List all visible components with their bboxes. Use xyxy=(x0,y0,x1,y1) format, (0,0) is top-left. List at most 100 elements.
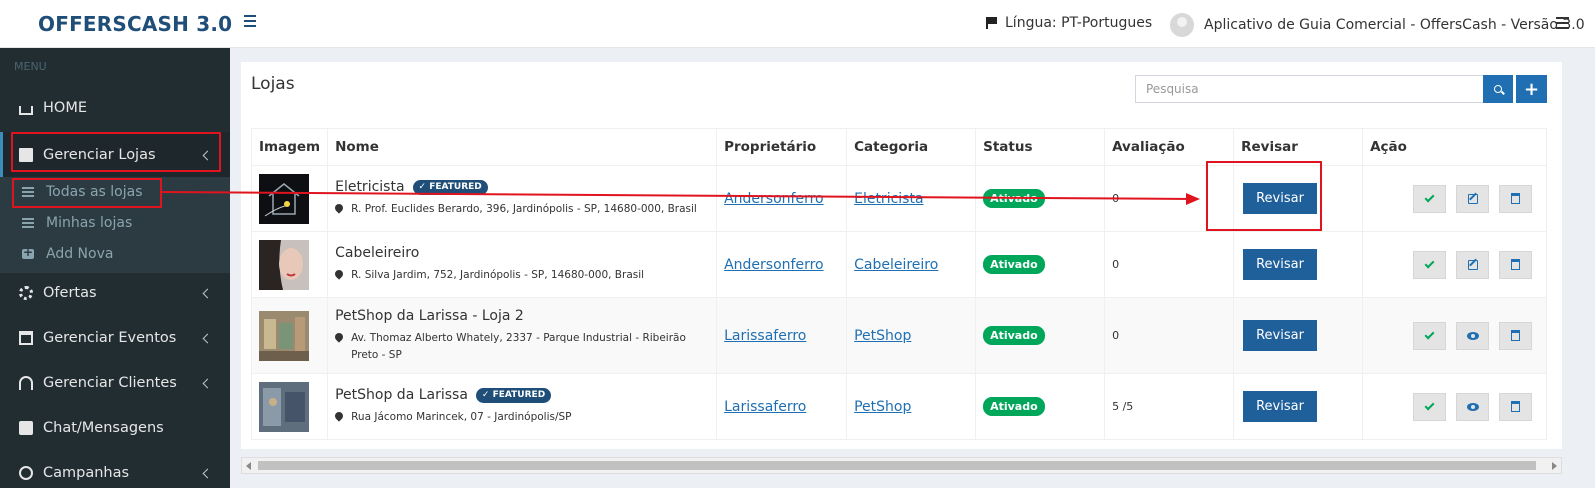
sidebar-item-label: Gerenciar Eventos xyxy=(43,330,177,346)
sliders-icon[interactable] xyxy=(1556,17,1569,29)
edit-button[interactable] xyxy=(1456,184,1489,213)
map-pin-icon xyxy=(335,204,343,214)
table-row: PetShop da Larissa ✓ FEATURED Rua Jácomo… xyxy=(250,373,1547,440)
scroll-right-arrow-icon[interactable] xyxy=(1552,462,1557,470)
approve-button[interactable] xyxy=(1413,250,1446,279)
app-title: Aplicativo de Guia Comercial - OffersCas… xyxy=(1204,17,1585,33)
sidebar-item-gerenciar-eventos[interactable]: Gerenciar Eventos xyxy=(0,318,230,358)
action-cell xyxy=(1362,231,1547,298)
target-icon xyxy=(19,466,33,480)
user-menu[interactable]: Aplicativo de Guia Comercial - OffersCas… xyxy=(1170,13,1585,37)
search-button[interactable] xyxy=(1483,75,1513,103)
store-address: R. Prof. Euclides Berardo, 396, Jardinóp… xyxy=(351,203,697,215)
search-input[interactable] xyxy=(1135,75,1484,103)
avatar xyxy=(1170,13,1194,37)
sidebar-item-campanhas[interactable]: Campanhas xyxy=(0,453,230,488)
review-button[interactable]: Revisar xyxy=(1243,391,1317,422)
horizontal-scrollbar[interactable] xyxy=(241,457,1562,474)
image-cell xyxy=(250,373,329,440)
chevron-left-icon xyxy=(202,468,213,478)
review-button[interactable]: Revisar xyxy=(1243,183,1317,214)
flag-icon xyxy=(986,17,997,29)
submenu-item-label: Todas as lojas xyxy=(46,184,143,200)
category-cell: PetShop xyxy=(846,373,977,440)
stores-table: Imagem Nome Proprietário Categoria Statu… xyxy=(250,128,1547,440)
sidebar-item-chat[interactable]: Chat/Mensagens xyxy=(0,408,230,448)
view-button[interactable] xyxy=(1456,321,1489,350)
sidebar-item-ofertas[interactable]: Ofertas xyxy=(0,273,230,313)
sidebar-item-gerenciar-lojas[interactable]: Gerenciar Lojas xyxy=(0,132,230,178)
owner-link[interactable]: Larissaferro xyxy=(724,399,806,415)
category-link[interactable]: PetShop xyxy=(854,399,911,415)
review-cell: Revisar xyxy=(1233,231,1364,298)
review-button[interactable]: Revisar xyxy=(1243,249,1317,280)
action-cell xyxy=(1362,373,1547,440)
scroll-left-arrow-icon[interactable] xyxy=(246,462,251,470)
delete-button[interactable] xyxy=(1499,250,1532,279)
annotation-arrow-head-icon xyxy=(1186,193,1200,205)
submenu-item-minhas-lojas[interactable]: Minhas lojas xyxy=(0,208,230,238)
sidebar-item-home[interactable]: HOME xyxy=(0,88,230,128)
chevron-left-icon xyxy=(202,288,213,298)
category-link[interactable]: Eletricista xyxy=(854,191,923,207)
add-store-button[interactable]: + xyxy=(1516,75,1547,103)
delete-button[interactable] xyxy=(1499,392,1532,421)
language-selector[interactable]: Língua: PT-Portugues xyxy=(986,15,1152,31)
image-cell xyxy=(250,231,329,298)
status-cell: Ativado xyxy=(975,231,1106,298)
store-thumbnail[interactable] xyxy=(259,239,309,290)
owner-cell: Larissaferro xyxy=(716,297,848,374)
image-cell xyxy=(250,297,329,374)
trash-icon xyxy=(1511,259,1520,270)
name-cell: Cabeleireiro R. Silva Jardim, 752, Jardi… xyxy=(327,231,718,298)
delete-button[interactable] xyxy=(1499,321,1532,350)
store-name: PetShop da Larissa - Loja 2 xyxy=(335,307,524,324)
rating-cell: 0 xyxy=(1104,297,1235,374)
brand-logo[interactable]: OFFERSCASH 3.0 xyxy=(38,12,232,36)
store-thumbnail[interactable] xyxy=(259,310,309,361)
store-address: R. Silva Jardim, 752, Jardinópolis - SP,… xyxy=(351,269,645,281)
owner-link[interactable]: Andersonferro xyxy=(724,257,824,273)
cog-icon xyxy=(19,286,33,300)
action-cell xyxy=(1362,165,1547,232)
rating-cell: 5 /5 xyxy=(1104,373,1235,440)
review-cell: Revisar xyxy=(1233,165,1364,232)
rating-value: 0 xyxy=(1112,258,1120,271)
approve-button[interactable] xyxy=(1413,184,1446,213)
sidebar-item-label: Ofertas xyxy=(43,285,97,301)
approve-button[interactable] xyxy=(1413,321,1446,350)
submenu-item-add-nova[interactable]: Add Nova xyxy=(0,239,230,269)
column-header: Proprietário xyxy=(716,128,848,166)
store-address: Av. Thomaz Alberto Whately, 2337 - Parqu… xyxy=(351,331,686,361)
trash-icon xyxy=(1511,193,1520,204)
view-button[interactable] xyxy=(1456,392,1489,421)
delete-button[interactable] xyxy=(1499,184,1532,213)
check-icon xyxy=(1424,329,1435,340)
owner-cell: Andersonferro xyxy=(716,165,848,232)
list-icon xyxy=(22,187,34,197)
approve-button[interactable] xyxy=(1413,392,1446,421)
review-button[interactable]: Revisar xyxy=(1243,320,1317,351)
category-link[interactable]: PetShop xyxy=(854,328,911,344)
scrollbar-thumb[interactable] xyxy=(258,461,1536,470)
edit-button[interactable] xyxy=(1456,250,1489,279)
store-address: Rua Jácomo Marincek, 07 - Jardinópolis/S… xyxy=(351,411,572,423)
sidebar-item-gerenciar-clientes[interactable]: Gerenciar Clientes xyxy=(0,363,230,403)
edit-icon xyxy=(1467,193,1478,204)
submenu-item-label: Add Nova xyxy=(46,246,114,262)
check-icon xyxy=(1424,258,1435,269)
owner-cell: Larissaferro xyxy=(716,373,848,440)
category-cell: PetShop xyxy=(846,297,977,374)
owner-link[interactable]: Andersonferro xyxy=(724,191,824,207)
store-thumbnail[interactable] xyxy=(259,381,309,432)
store-thumbnail[interactable] xyxy=(259,173,309,224)
list-icon xyxy=(22,218,34,228)
top-bar: OFFERSCASH 3.0 Língua: PT-Portugues Apli… xyxy=(0,0,1595,48)
table-row: PetShop da Larissa - Loja 2 Av. Thomaz A… xyxy=(250,297,1547,374)
image-cell xyxy=(250,165,329,232)
users-icon xyxy=(19,376,33,390)
owner-link[interactable]: Larissaferro xyxy=(724,328,806,344)
hamburger-menu-icon[interactable] xyxy=(244,15,256,27)
status-badge: Ativado xyxy=(983,326,1045,345)
category-link[interactable]: Cabeleireiro xyxy=(854,257,938,273)
